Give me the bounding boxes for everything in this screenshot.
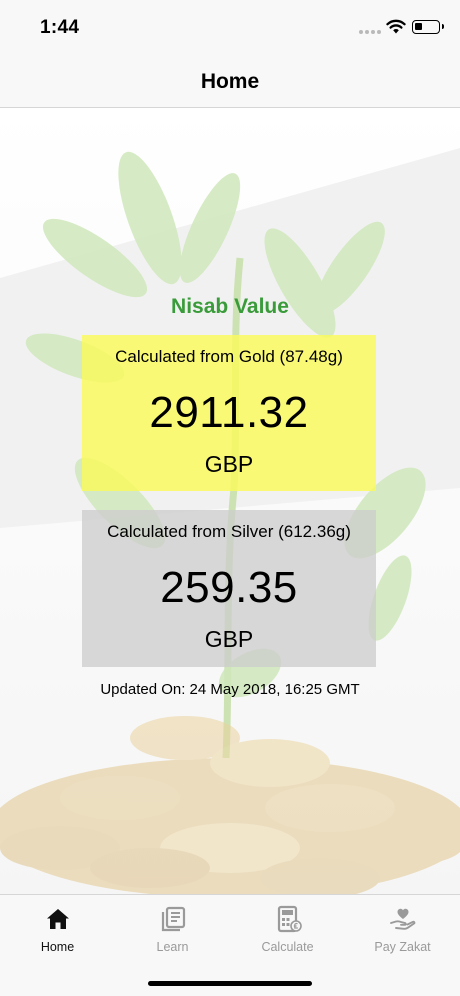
silver-card-label: Calculated from Silver (612.36g) xyxy=(107,522,351,541)
status-time: 1:44 xyxy=(40,17,80,38)
book-icon xyxy=(161,906,186,932)
tab-home-label: Home xyxy=(40,940,75,954)
navigation-bar: Home xyxy=(0,52,460,108)
silver-currency: GBP xyxy=(204,626,254,652)
tab-home[interactable]: Home xyxy=(0,895,115,965)
plant-and-coins-background xyxy=(0,108,460,894)
tab-calculate[interactable]: Calculate xyxy=(230,895,345,965)
page-title: Home xyxy=(200,70,260,93)
gold-nisab-card: Calculated from Gold (87.48g) 2911.32 GB… xyxy=(82,335,376,491)
tab-learn-label: Learn xyxy=(156,940,189,954)
gold-card-label: Calculated from Gold (87.48g) xyxy=(115,347,343,366)
signal-dots-icon xyxy=(359,30,381,34)
silver-nisab-card: Calculated from Silver (612.36g) 259.35 … xyxy=(82,510,376,667)
wifi-icon xyxy=(386,19,406,34)
tab-calculate-label: Calculate xyxy=(261,940,314,954)
tab-bar: Home Learn Calculate Pay Zakat xyxy=(0,894,460,996)
hand-heart-icon xyxy=(390,908,416,930)
tab-pay-zakat[interactable]: Pay Zakat xyxy=(345,895,460,965)
updated-timestamp: Updated On: 24 May 2018, 16:25 GMT xyxy=(100,681,360,698)
tab-pay-zakat-label: Pay Zakat xyxy=(374,940,431,954)
main-content: Nisab Value Calculated from Gold (87.48g… xyxy=(0,108,460,894)
home-icon xyxy=(47,909,69,929)
gold-currency: GBP xyxy=(204,451,254,477)
nisab-value-heading: Nisab Value xyxy=(171,295,289,318)
tab-learn[interactable]: Learn xyxy=(115,895,230,965)
calculator-icon xyxy=(277,905,302,933)
status-bar: 1:44 xyxy=(0,0,460,52)
home-indicator[interactable] xyxy=(148,981,312,986)
battery-icon xyxy=(412,20,444,34)
gold-nisab-value: 2911.32 xyxy=(149,388,309,437)
silver-nisab-value: 259.35 xyxy=(160,563,298,612)
